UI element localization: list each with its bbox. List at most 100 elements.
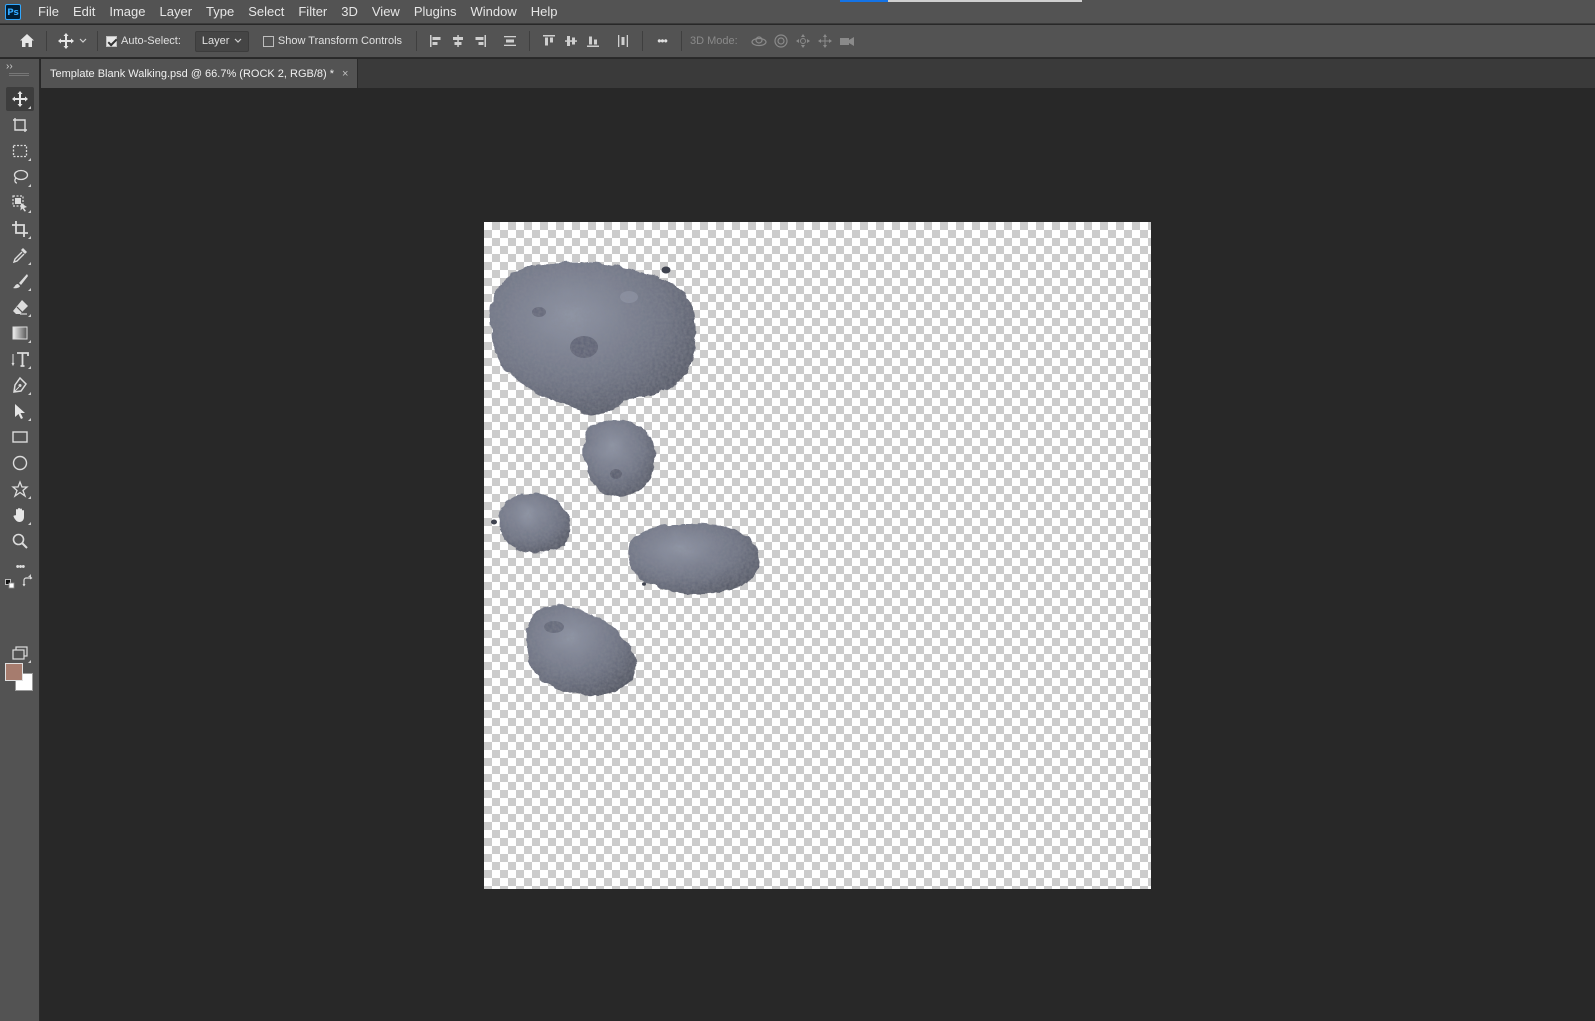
auto-select-label: Auto-Select: bbox=[121, 35, 181, 47]
align-right-edges-icon[interactable] bbox=[469, 30, 491, 52]
rectangular-marquee-tool[interactable] bbox=[6, 139, 34, 163]
rock-small[interactable] bbox=[499, 492, 571, 554]
more-options-button[interactable]: ••• bbox=[651, 34, 673, 48]
align-horizontal-centers-icon[interactable] bbox=[447, 30, 469, 52]
lasso-icon bbox=[13, 169, 29, 184]
document-tab[interactable]: Template Blank Walking.psd @ 66.7% (ROCK… bbox=[41, 59, 359, 88]
auto-select-checkbox[interactable] bbox=[106, 35, 117, 47]
brush-tool[interactable] bbox=[6, 269, 34, 293]
path-selection-icon bbox=[15, 404, 25, 419]
close-icon[interactable]: × bbox=[342, 68, 348, 80]
eraser-tool[interactable] bbox=[6, 295, 34, 319]
distribute-horizontal-icon[interactable] bbox=[612, 30, 634, 52]
separator bbox=[642, 31, 644, 51]
document-tab-title: Template Blank Walking.psd @ 66.7% (ROCK… bbox=[50, 67, 335, 80]
gradient-tool[interactable] bbox=[6, 321, 34, 345]
photoshop-window: Ps File Edit Image Layer Type Select Fil… bbox=[0, 0, 1595, 1021]
3d-slide-icon[interactable] bbox=[814, 30, 836, 52]
rock-flat[interactable] bbox=[628, 524, 759, 594]
3d-mode-label: 3D Mode: bbox=[690, 35, 738, 47]
separator bbox=[97, 31, 98, 51]
home-icon[interactable] bbox=[16, 30, 38, 52]
auto-select-target-dropdown[interactable]: Layer bbox=[194, 30, 249, 52]
align-left-edges-icon[interactable] bbox=[425, 30, 447, 52]
title-progress-indicator bbox=[840, 0, 1082, 2]
eyedropper-icon bbox=[12, 248, 27, 264]
collapse-panel-button[interactable]: ›› bbox=[6, 61, 13, 72]
move-tool[interactable] bbox=[6, 87, 34, 111]
marquee-icon bbox=[12, 144, 28, 158]
rock-pebble-2[interactable] bbox=[491, 519, 497, 525]
canvas-artwork bbox=[489, 262, 759, 696]
object-selection-tool[interactable] bbox=[6, 191, 34, 215]
menu-window[interactable]: Window bbox=[463, 0, 523, 24]
rock-pebble-1[interactable] bbox=[661, 266, 671, 274]
menu-image[interactable]: Image bbox=[102, 0, 152, 24]
menu-select[interactable]: Select bbox=[241, 0, 291, 24]
crop-icon bbox=[12, 221, 28, 237]
hand-tool[interactable] bbox=[6, 503, 34, 527]
menu-filter[interactable]: Filter bbox=[291, 0, 334, 24]
chevron-down-icon bbox=[234, 38, 242, 43]
zoom-tool[interactable] bbox=[6, 529, 34, 553]
align-bottom-edges-icon[interactable] bbox=[582, 30, 604, 52]
type-icon bbox=[11, 352, 29, 367]
menu-plugins[interactable]: Plugins bbox=[407, 0, 464, 24]
3d-camera-icon[interactable] bbox=[836, 30, 858, 52]
path-selection-tool[interactable] bbox=[6, 399, 34, 423]
auto-select-target-value: Layer bbox=[201, 35, 230, 47]
menu-view[interactable]: View bbox=[365, 0, 407, 24]
default-colors-icon[interactable] bbox=[5, 576, 15, 589]
menu-help[interactable]: Help bbox=[524, 0, 565, 24]
3d-orbit-icon[interactable] bbox=[748, 30, 770, 52]
separator bbox=[416, 31, 418, 51]
chevron-down-icon[interactable] bbox=[77, 30, 89, 52]
pen-tool[interactable] bbox=[6, 373, 34, 397]
rectangle-tool[interactable] bbox=[6, 425, 34, 449]
menu-type[interactable]: Type bbox=[199, 0, 241, 24]
rectangle-icon bbox=[12, 431, 28, 443]
menu-layer[interactable]: Layer bbox=[153, 0, 200, 24]
ellipse-tool[interactable] bbox=[6, 451, 34, 475]
swap-colors-icon[interactable] bbox=[22, 575, 34, 587]
zoom-icon bbox=[12, 533, 28, 549]
eraser-icon bbox=[13, 300, 28, 315]
crop-tool[interactable] bbox=[6, 217, 34, 241]
gradient-icon bbox=[12, 326, 28, 340]
distribute-vertical-icon[interactable] bbox=[499, 30, 521, 52]
3d-pan-icon[interactable] bbox=[792, 30, 814, 52]
separator bbox=[681, 31, 683, 51]
lasso-tool[interactable] bbox=[6, 165, 34, 189]
document-tab-bar: Template Blank Walking.psd @ 66.7% (ROCK… bbox=[41, 59, 1595, 88]
document-canvas[interactable] bbox=[484, 222, 1151, 889]
custom-shape-icon bbox=[11, 480, 29, 498]
panel-grip[interactable] bbox=[9, 73, 29, 76]
separator bbox=[529, 31, 531, 51]
show-transform-controls-checkbox[interactable] bbox=[262, 35, 274, 47]
separator bbox=[46, 31, 47, 51]
type-tool[interactable] bbox=[6, 347, 34, 371]
photoshop-logo[interactable]: Ps bbox=[5, 3, 21, 20]
brush-icon bbox=[13, 274, 28, 289]
rock-medium[interactable] bbox=[583, 420, 656, 497]
show-transform-controls-label: Show Transform Controls bbox=[277, 35, 403, 47]
artboard-tool[interactable] bbox=[6, 113, 34, 137]
canvas-workspace[interactable] bbox=[41, 88, 1595, 1021]
menu-file[interactable]: File bbox=[31, 0, 66, 24]
align-top-edges-icon[interactable] bbox=[538, 30, 560, 52]
align-vertical-centers-icon[interactable] bbox=[560, 30, 582, 52]
move-icon bbox=[12, 91, 28, 107]
screen-mode-button[interactable] bbox=[6, 641, 34, 665]
tools-panel: ›› ••• bbox=[0, 59, 40, 1021]
eyedropper-tool[interactable] bbox=[6, 243, 34, 267]
rock-large[interactable] bbox=[489, 262, 696, 416]
move-tool-preset-icon[interactable] bbox=[55, 30, 77, 52]
menu-3d[interactable]: 3D bbox=[334, 0, 365, 24]
foreground-color-swatch[interactable] bbox=[5, 663, 23, 681]
menu-edit[interactable]: Edit bbox=[66, 0, 102, 24]
custom-shape-tool[interactable] bbox=[6, 477, 34, 501]
object-selection-icon bbox=[12, 195, 27, 212]
rock-pebble-3[interactable] bbox=[642, 582, 646, 586]
3d-roll-icon[interactable] bbox=[770, 30, 792, 52]
rock-bottom[interactable] bbox=[526, 605, 636, 696]
